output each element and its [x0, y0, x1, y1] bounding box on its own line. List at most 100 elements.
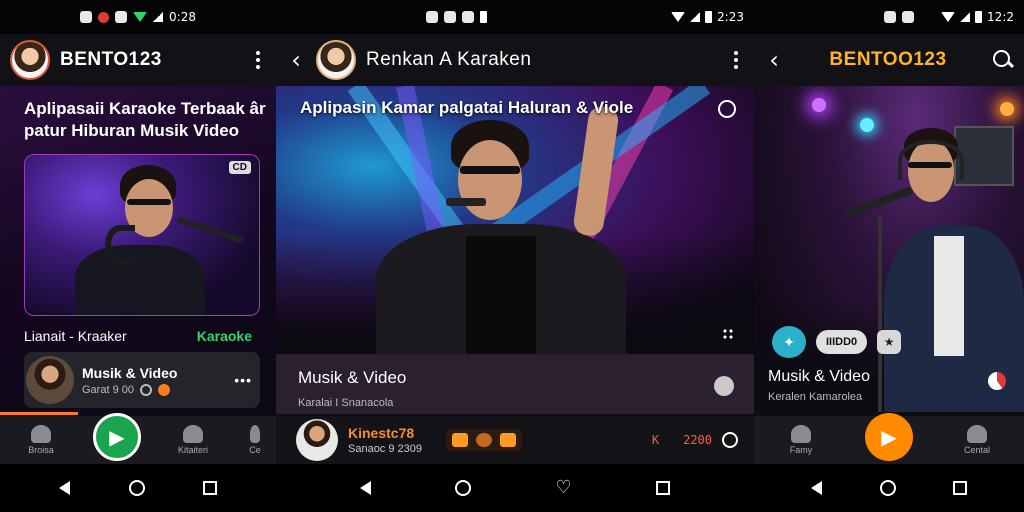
more-options-icon[interactable]	[728, 51, 744, 69]
hero-video[interactable]: Aplipasin Kamar palgatai Haluran & Viole	[276, 86, 754, 354]
system-nav-bar	[754, 464, 1024, 512]
progress-pie-icon[interactable]	[988, 372, 1006, 390]
recents-icon[interactable]	[203, 481, 218, 495]
recents-icon[interactable]	[655, 481, 670, 495]
featured-video-card[interactable]: CD	[24, 154, 260, 316]
singer-image	[65, 165, 255, 315]
signal-icon	[153, 12, 164, 22]
back-icon[interactable]	[811, 481, 823, 495]
stage-light	[1000, 102, 1014, 116]
back-icon[interactable]	[360, 481, 372, 495]
video-subtitle: Karalai I Snanacola	[298, 397, 394, 409]
avatar[interactable]	[316, 40, 356, 80]
category-label: Lianait - Kraaker	[24, 328, 127, 344]
heart-icon[interactable]: ♡	[556, 479, 572, 497]
nav-tab-cental[interactable]: Cental	[947, 425, 1007, 455]
phone-screen-3: 12:2 ‹ BENTOO123 ✦ IIIDD0 ★ Musik & Vide…	[754, 0, 1024, 512]
nav-tab-kitaiteri[interactable]: Kitaiteri	[163, 425, 223, 455]
video-subtitle: Keralen Kamarolea	[768, 391, 863, 403]
wifi-icon	[941, 12, 956, 22]
back-arrow-icon[interactable]: ‹	[764, 46, 784, 74]
headphones-icon	[791, 425, 811, 443]
karaoke-link[interactable]: Karaoke	[197, 328, 252, 344]
status-bar: 2:23	[276, 0, 754, 34]
main-content[interactable]: ✦ IIIDD0 ★ Musik & Video Keralen Kamarol…	[754, 86, 1024, 412]
app-bar: BENTO123	[0, 34, 276, 86]
status-time: 0:28	[169, 10, 196, 24]
player-badge: K	[651, 433, 660, 447]
play-button[interactable]: ▶	[865, 413, 913, 461]
system-nav-bar	[0, 464, 276, 512]
battery-icon	[705, 11, 713, 23]
mini-player[interactable]: Kinestc78 Sanaoc 9 2309 K 2200	[276, 416, 754, 464]
user-icon	[183, 425, 203, 443]
wifi-icon	[671, 12, 686, 22]
avatar[interactable]	[10, 40, 50, 80]
home-circle-icon[interactable]	[879, 480, 896, 496]
settings-icon[interactable]	[500, 433, 517, 447]
mute-icon	[115, 11, 128, 23]
singer-image	[366, 104, 666, 354]
notification-icon	[80, 11, 93, 23]
page-headline: Aplipasin Kamar palgatai Haluran & Viole	[300, 98, 634, 117]
search-icon[interactable]	[992, 49, 1014, 71]
tag-pill[interactable]: IIIDD0	[816, 330, 868, 354]
home-circle-icon[interactable]	[455, 480, 472, 496]
clock-icon	[139, 383, 152, 396]
app-title: BENTOO123	[829, 49, 947, 70]
app-title: Renkan A Karaken	[366, 49, 532, 70]
home-circle-icon[interactable]	[128, 480, 145, 496]
alarm-icon	[444, 11, 456, 23]
notification-icon	[884, 11, 896, 23]
play-icon: ▶	[109, 425, 125, 449]
list-item[interactable]: Musik & Video Garat 9 00 •••	[24, 352, 260, 408]
nav-tab-ce[interactable]: Ce	[245, 425, 265, 455]
stage-light	[812, 98, 826, 112]
notification-icon	[426, 11, 438, 23]
battery-icon	[975, 11, 983, 23]
play-button[interactable]: ▶	[93, 413, 141, 461]
share-icon[interactable]	[157, 383, 170, 396]
back-arrow-icon[interactable]: ‹	[286, 46, 306, 74]
refresh-icon[interactable]	[722, 432, 738, 448]
nav-tab-browse[interactable]: Broisa	[11, 425, 71, 455]
app-bar: ‹ Renkan A Karaken	[276, 34, 754, 86]
video-title: Musik & Video	[768, 368, 870, 385]
star-icon[interactable]: ★	[877, 330, 902, 354]
player-subtitle: Sanaoc 9 2309	[348, 443, 423, 455]
status-time: 2:23	[717, 10, 744, 24]
bottom-nav: Broisa ▶ Kitaiteri Ce	[0, 413, 276, 464]
app-title: BENTO123	[60, 49, 162, 70]
battery-icon	[480, 11, 487, 23]
record-icon[interactable]	[476, 433, 493, 447]
grid-icon[interactable]	[722, 328, 734, 340]
back-icon[interactable]	[58, 481, 70, 495]
more-options-icon[interactable]	[250, 51, 266, 69]
info-icon[interactable]	[714, 376, 734, 396]
status-bar: 0:28	[0, 0, 276, 34]
system-nav-bar: ♡	[276, 464, 754, 512]
record-icon	[98, 11, 110, 23]
sparkle-icon[interactable]: ✦	[772, 326, 806, 358]
app-icon	[462, 11, 474, 23]
more-options-icon[interactable]: •••	[234, 372, 252, 388]
home-icon	[31, 425, 51, 443]
zoom-icon[interactable]	[718, 100, 736, 118]
user-icon	[967, 425, 987, 443]
signal-icon	[960, 12, 971, 22]
video-title: Musik & Video	[298, 368, 407, 387]
app-icon	[902, 11, 914, 23]
status-bar: 12:2	[754, 0, 1024, 34]
partial-icon	[250, 425, 260, 443]
phone-screen-2: 2:23 ‹ Renkan A Karaken Aplipasin Kamar …	[276, 0, 754, 512]
progress-indicator	[0, 412, 78, 415]
nav-tab-famy[interactable]: Famy	[771, 425, 831, 455]
player-time: K 2200	[652, 432, 738, 448]
tag-row: ✦ IIIDD0 ★	[772, 326, 902, 358]
video-info: Musik & Video Karalai I Snanacola	[276, 354, 754, 414]
phone-screen-1: 0:28 BENTO123 Aplipasaii Karaoke Terbaak…	[0, 0, 276, 512]
recents-icon[interactable]	[952, 481, 967, 495]
play-icon: ▶	[881, 425, 897, 449]
lyrics-icon[interactable]	[452, 433, 469, 447]
player-thumbnail	[296, 419, 338, 461]
